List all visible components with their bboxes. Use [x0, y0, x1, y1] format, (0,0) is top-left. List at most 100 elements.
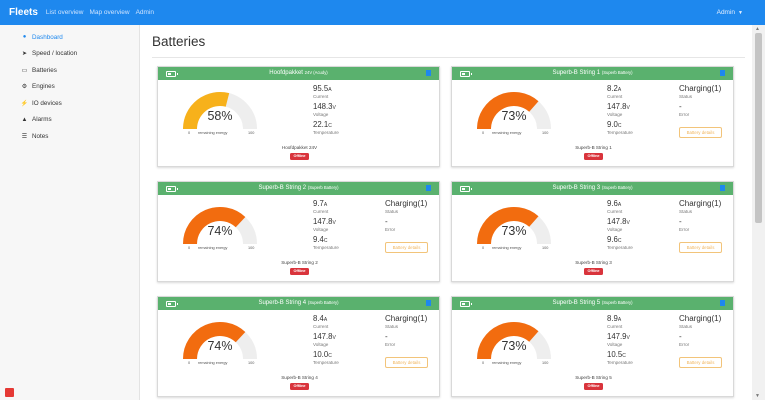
battery-card-header: Superb-B String 1 (Superb Battery): [452, 67, 733, 80]
top-navbar: Fleets List overview Map overview Admin …: [0, 0, 765, 25]
sidebar-item-dashboard[interactable]: ● Dashboard: [0, 29, 139, 46]
scroll-down-icon[interactable]: ▼: [755, 393, 760, 399]
temperature-label: Temperature: [607, 130, 633, 135]
sidebar-item-speed-location[interactable]: ➤ Speed / location: [0, 46, 139, 63]
scrollbar-thumb[interactable]: [755, 33, 762, 223]
voltage-value: 147.8V: [313, 217, 336, 226]
error-label: Error: [385, 342, 396, 347]
voltage-unit: V: [332, 105, 336, 111]
current-unit: A: [323, 202, 328, 208]
energy-gauge: 58% 0 remaining energy 100: [180, 89, 260, 137]
battery-type: (Superb Battery): [307, 185, 339, 190]
voltage-number: 147.8: [607, 217, 627, 226]
status-value: Charging(1): [385, 199, 428, 208]
voltage-unit: V: [626, 335, 630, 341]
device-name: Superb-B String 2: [281, 260, 318, 265]
current-unit: A: [328, 87, 332, 93]
battery-card-header: Hoofdpakket 24V (Acudy): [158, 67, 439, 80]
user-menu-label: Admin: [716, 9, 736, 16]
sidebar-item-alarms[interactable]: ▲ Alarms: [0, 112, 139, 129]
status-label: Status: [385, 324, 399, 329]
current-value: 95.5A: [313, 84, 332, 93]
current-unit: A: [617, 317, 622, 323]
error-label: Error: [385, 227, 396, 232]
offline-badge: Offline: [584, 153, 603, 160]
voltage-label: Voltage: [607, 112, 623, 117]
temperature-number: 9.6: [607, 235, 618, 244]
battery-icon: ▭: [21, 67, 28, 74]
sidebar-item-batteries[interactable]: ▭ Batteries: [0, 62, 139, 79]
nav-link-map-overview[interactable]: Map overview: [89, 9, 129, 16]
device-name: Superb-B String 5: [575, 375, 612, 380]
voltage-value: 147.8V: [313, 332, 336, 341]
temperature-label: Temperature: [313, 130, 339, 135]
energy-gauge: 73% 0 remaining energy 100: [474, 319, 554, 367]
sidebar-item-engines[interactable]: ⚙ Engines: [0, 79, 139, 96]
gauge-min-label: 0: [482, 246, 485, 250]
battery-details-button[interactable]: Battery details: [385, 242, 428, 253]
nav-link-admin[interactable]: Admin: [136, 9, 154, 16]
energy-percent: 73%: [501, 109, 527, 123]
battery-details-button[interactable]: Battery details: [679, 357, 722, 368]
sidebar-item-io-devices[interactable]: ⚡ IO devices: [0, 95, 139, 112]
battery-details-button[interactable]: Battery details: [385, 357, 428, 368]
battery-card: Superb-B String 4 (Superb Battery) 74% 0…: [157, 296, 440, 397]
error-value: -: [679, 332, 682, 341]
list-icon: ☰: [21, 133, 28, 140]
page-scrollbar[interactable]: ▲ ▼: [752, 25, 765, 400]
gauge-max-label: 100: [542, 246, 549, 250]
gauge-max-label: 100: [248, 361, 255, 365]
current-number: 8.2: [607, 84, 618, 93]
voltage-label: Voltage: [313, 112, 329, 117]
flag-icon[interactable]: [720, 185, 725, 191]
scroll-up-icon[interactable]: ▲: [755, 26, 760, 32]
voltage-label: Voltage: [607, 342, 623, 347]
current-label: Current: [607, 209, 623, 214]
user-menu[interactable]: Admin ▼: [717, 9, 743, 16]
voltage-number: 147.8: [607, 102, 627, 111]
brand-link[interactable]: Fleets: [9, 7, 38, 18]
sidebar-item-label: Batteries: [32, 66, 57, 74]
battery-name: Superb-B String 4: [258, 300, 307, 306]
error-label: Error: [679, 112, 690, 117]
battery-details-button[interactable]: Battery details: [679, 242, 722, 253]
battery-card-title: Superb-B String 2 (Superb Battery): [158, 185, 439, 191]
flag-icon[interactable]: [720, 300, 725, 306]
current-value: 9.6A: [607, 199, 621, 208]
temperature-value: 10.5C: [607, 350, 626, 359]
main-content: Batteries Hoofdpakket 24V (Acudy) 58% 0 …: [140, 25, 752, 400]
device-name: Superb-B String 3: [575, 260, 612, 265]
sidebar-item-label: Engines: [32, 83, 55, 91]
temperature-unit: C: [617, 123, 622, 129]
temperature-label: Temperature: [313, 360, 339, 365]
flag-icon[interactable]: [426, 70, 431, 76]
current-value: 9.7A: [313, 199, 327, 208]
battery-card: Superb-B String 1 (Superb Battery) 73% 0…: [451, 66, 734, 167]
sidebar-item-label: IO devices: [32, 99, 62, 107]
voltage-number: 147.8: [313, 217, 333, 226]
current-unit: A: [617, 202, 622, 208]
temperature-value: 10.0C: [313, 350, 332, 359]
flag-icon[interactable]: [426, 300, 431, 306]
sidebar-item-label: Notes: [32, 132, 49, 140]
flag-icon[interactable]: [426, 185, 431, 191]
nav-link-list-overview[interactable]: List overview: [46, 9, 84, 16]
current-number: 9.6: [607, 199, 618, 208]
temperature-label: Temperature: [607, 245, 633, 250]
status-label: Status: [679, 324, 693, 329]
battery-card: Superb-B String 5 (Superb Battery) 73% 0…: [451, 296, 734, 397]
voltage-value: 147.8V: [607, 217, 630, 226]
battery-type: (Superb Battery): [601, 300, 633, 305]
temperature-value: 22.1C: [313, 120, 332, 129]
battery-type: 24V (Acudy): [304, 70, 328, 75]
flag-icon[interactable]: [720, 70, 725, 76]
battery-details-button[interactable]: Battery details: [679, 127, 722, 138]
error-value: -: [385, 332, 388, 341]
gauge-caption: remaining energy: [492, 361, 522, 365]
temperature-number: 10.5: [607, 350, 623, 359]
current-value: 8.4A: [313, 314, 327, 323]
current-label: Current: [313, 324, 329, 329]
current-label: Current: [313, 94, 329, 99]
sidebar-item-notes[interactable]: ☰ Notes: [0, 128, 139, 145]
current-number: 9.7: [313, 199, 324, 208]
